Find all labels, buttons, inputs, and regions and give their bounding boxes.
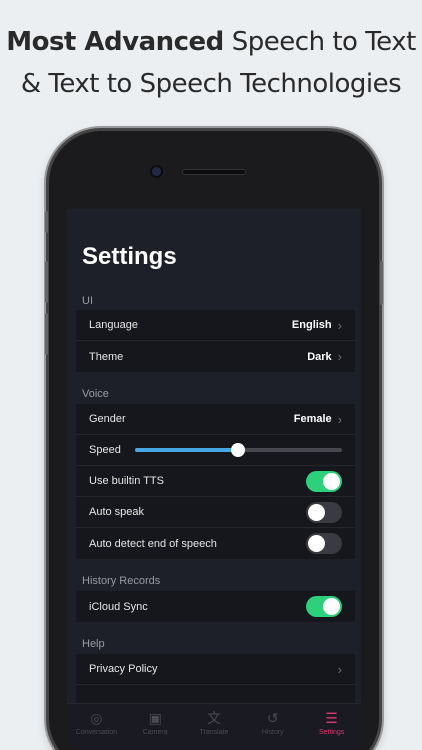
builtin-tts-row: Use builtin TTS <box>76 466 355 497</box>
page-title: Settings <box>82 243 177 270</box>
auto-detect-toggle[interactable] <box>306 533 342 554</box>
volume-up-button <box>45 261 48 303</box>
icloud-sync-toggle[interactable] <box>306 596 342 617</box>
phone-frame: Settings UI Language English › Theme Dar… <box>45 131 383 750</box>
speed-slider-fill <box>134 448 239 452</box>
earpiece-speaker <box>182 169 246 175</box>
chevron-right-icon: › <box>337 411 342 427</box>
toggle-knob <box>308 535 325 552</box>
language-label: Language <box>89 319 138 331</box>
volume-down-button <box>45 313 48 355</box>
builtin-tts-toggle[interactable] <box>306 470 342 492</box>
icloud-sync-row: iCloud Sync <box>76 591 355 622</box>
language-value: English <box>291 319 332 331</box>
tab-camera[interactable]: ▣ Camera <box>126 704 185 749</box>
camera-icon: ▣ <box>148 710 162 726</box>
speed-label: Speed <box>89 444 121 456</box>
language-row[interactable]: Language English › <box>76 310 355 341</box>
privacy-policy-row[interactable]: Privacy Policy › <box>76 654 355 685</box>
toggle-knob <box>323 598 340 615</box>
gender-row[interactable]: Gender Female › <box>76 404 355 435</box>
tab-label: Settings <box>318 729 345 736</box>
theme-label: Theme <box>89 350 124 363</box>
headline-rest: Speech to Text <box>231 27 417 57</box>
section-label-ui: UI <box>82 295 93 307</box>
section-label-help: Help <box>82 638 105 650</box>
gender-label: Gender <box>89 413 126 425</box>
chevron-right-icon: › <box>337 349 342 364</box>
tab-settings[interactable]: ☰ Settings <box>302 704 361 749</box>
headline-line-2: & Text to Speech Technologies <box>20 69 402 99</box>
tab-translate[interactable]: 文 Translate <box>185 704 244 749</box>
toggle-knob <box>323 472 340 490</box>
section-label-history: History Records <box>82 575 161 587</box>
history-icon: ↺ <box>266 710 279 726</box>
speed-slider[interactable] <box>134 443 342 457</box>
tab-label: Conversation <box>75 729 118 736</box>
power-button <box>380 261 383 305</box>
tab-label: History <box>261 729 284 736</box>
silent-switch <box>45 211 48 233</box>
theme-value: Dark <box>307 350 332 363</box>
auto-detect-row: Auto detect end of speech <box>76 528 355 559</box>
headline: Most Advanced Speech to Text & Text to Sp… <box>0 22 422 106</box>
speed-row: Speed <box>76 435 355 466</box>
gender-value: Female <box>293 413 332 425</box>
tab-label: Translate <box>199 729 229 736</box>
app-screen: Settings UI Language English › Theme Dar… <box>67 209 361 749</box>
icloud-sync-label: iCloud Sync <box>89 600 148 613</box>
group-voice: Gender Female › Speed Use builtin TTS Au… <box>76 404 355 559</box>
conversation-icon: ◎ <box>90 710 103 726</box>
headline-bold: Most Advanced <box>6 27 224 57</box>
group-history: iCloud Sync <box>76 591 355 622</box>
settings-icon: ☰ <box>325 710 338 726</box>
front-camera <box>152 167 161 176</box>
auto-speak-toggle[interactable] <box>306 501 342 523</box>
builtin-tts-label: Use builtin TTS <box>89 475 164 487</box>
section-label-voice: Voice <box>82 388 109 400</box>
speed-slider-thumb[interactable] <box>231 443 246 457</box>
toggle-knob <box>308 503 325 521</box>
theme-row[interactable]: Theme Dark › <box>76 341 355 372</box>
chevron-right-icon: › <box>337 661 342 677</box>
translate-icon: 文 <box>206 710 221 726</box>
auto-detect-label: Auto detect end of speech <box>89 537 217 550</box>
tab-bar: ◎ Conversation ▣ Camera 文 Translate ↺ Hi… <box>67 703 361 749</box>
auto-speak-label: Auto speak <box>89 506 145 518</box>
auto-speak-row: Auto speak <box>76 497 355 528</box>
group-ui: Language English › Theme Dark › <box>76 310 355 372</box>
chevron-right-icon: › <box>337 317 342 333</box>
privacy-policy-label: Privacy Policy <box>89 663 158 675</box>
headline-line-1: Most Advanced Speech to Text <box>0 22 422 62</box>
tab-conversation[interactable]: ◎ Conversation <box>67 704 126 749</box>
tab-history[interactable]: ↺ History <box>243 704 302 749</box>
tab-label: Camera <box>142 729 168 736</box>
